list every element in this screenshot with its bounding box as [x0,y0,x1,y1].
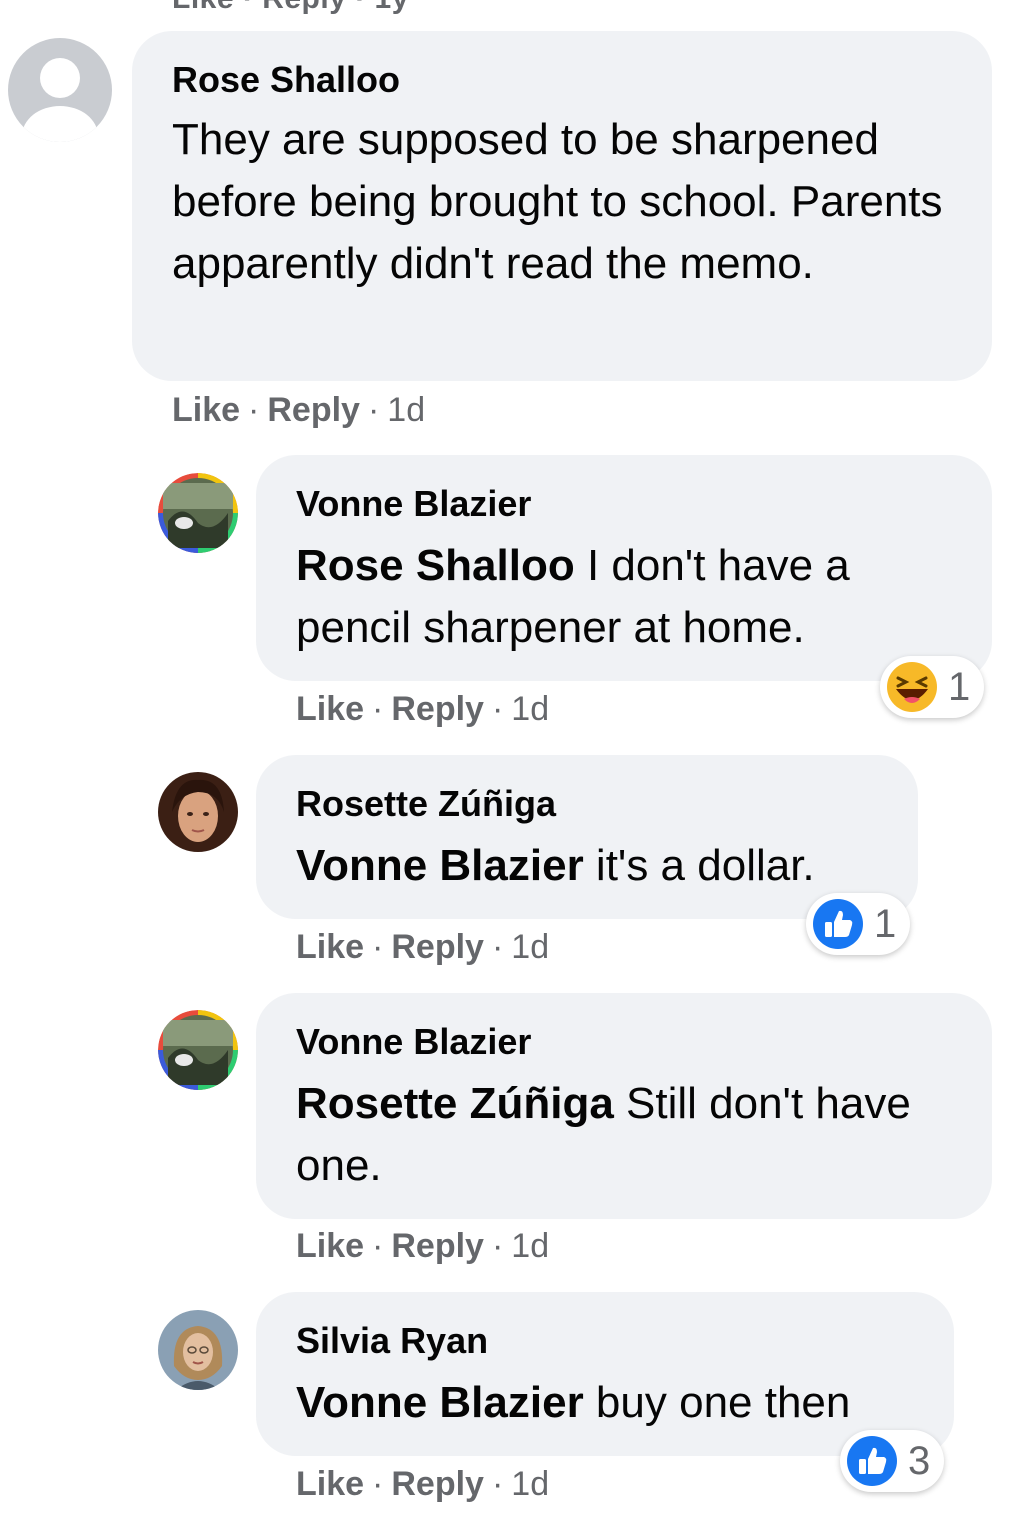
like-button[interactable]: Like [172,391,240,429]
haha-emoji-icon [887,662,937,712]
separator: · [367,391,380,429]
comment-bubble: Vonne Blazier Rosette Zúñiga Still don't… [256,993,992,1219]
timestamp[interactable]: 1d [387,391,425,429]
separator: · [491,928,504,966]
separator: · [491,690,504,728]
comment-text: Vonne Blazier it's a dollar. [296,835,878,897]
avatar-vonne-blazier[interactable] [158,1010,238,1090]
separator: · [372,928,384,966]
comment-bubble: Silvia Ryan Vonne Blazier buy one then [256,1292,954,1456]
like-button[interactable]: Like [296,1465,364,1503]
avatar-vonne-blazier[interactable] [158,473,238,553]
avatar-placeholder[interactable] [8,38,112,142]
comment-actions: Like · Reply · 1d [296,1465,549,1504]
comment-bubble: Rose Shalloo They are supposed to be sha… [132,31,992,381]
comment-author[interactable]: Rose Shalloo [172,57,952,103]
comment-text: Rose Shalloo I don't have a pencil sharp… [296,535,952,659]
timestamp[interactable]: 1d [511,928,549,966]
comment-text: Vonne Blazier buy one then [296,1372,914,1434]
reaction-count: 3 [908,1438,931,1483]
separator: · [491,1227,504,1265]
like-thumb-icon [813,899,863,949]
timestamp[interactable]: 1d [511,1465,549,1503]
reaction-count: 1 [874,901,897,946]
comment-text: They are supposed to be sharpened before… [172,115,943,288]
reply-button[interactable]: Reply [267,391,360,429]
like-thumb-icon [847,1436,897,1486]
comment-body: buy one then [583,1378,851,1427]
comment-author[interactable]: Vonne Blazier [296,1019,952,1065]
reply-button[interactable]: Reply [391,690,484,728]
avatar-silvia-ryan[interactable] [158,1310,238,1390]
separator: · [248,391,260,429]
reaction-badge[interactable]: 3 [840,1430,945,1492]
reaction-badge[interactable]: 1 [880,656,985,718]
separator: · [372,1227,384,1265]
like-button[interactable]: Like [296,1227,364,1265]
like-button[interactable]: Like [296,690,364,728]
reply-button[interactable]: Reply [391,1465,484,1503]
mention-link[interactable]: Rosette Zúñiga [296,1079,614,1128]
timestamp[interactable]: 1d [511,690,549,728]
separator: · [372,1465,384,1503]
comment-actions: Like · Reply · 1d [296,690,549,729]
reaction-badge[interactable]: 1 [806,893,911,955]
comment-text: Rosette Zúñiga Still don't have one. [296,1073,952,1197]
comment-bubble: Vonne Blazier Rose Shalloo I don't have … [256,455,992,681]
reply-button[interactable]: Reply [391,1227,484,1265]
previous-comment-actions: Like · Reply · 1y [172,0,409,16]
comment-actions: Like · Reply · 1d [172,391,425,430]
like-button[interactable]: Like [296,928,364,966]
comment-actions: Like · Reply · 1d [296,928,549,967]
comment-body: it's a dollar. [583,841,815,890]
reply-button[interactable]: Reply [391,928,484,966]
timestamp[interactable]: 1d [511,1227,549,1265]
mention-link[interactable]: Vonne Blazier [296,1378,584,1427]
comment-author[interactable]: Vonne Blazier [296,481,952,527]
comment-actions: Like · Reply · 1d [296,1227,549,1266]
comment-bubble: Rosette Zúñiga Vonne Blazier it's a doll… [256,755,918,919]
separator: · [491,1465,504,1503]
reaction-count: 1 [948,664,971,709]
avatar-rosette-zuniga[interactable] [158,772,238,852]
mention-link[interactable]: Rose Shalloo [296,541,575,590]
comment-author[interactable]: Silvia Ryan [296,1318,914,1364]
comment-author[interactable]: Rosette Zúñiga [296,781,878,827]
mention-link[interactable]: Vonne Blazier [296,841,584,890]
separator: · [372,690,384,728]
